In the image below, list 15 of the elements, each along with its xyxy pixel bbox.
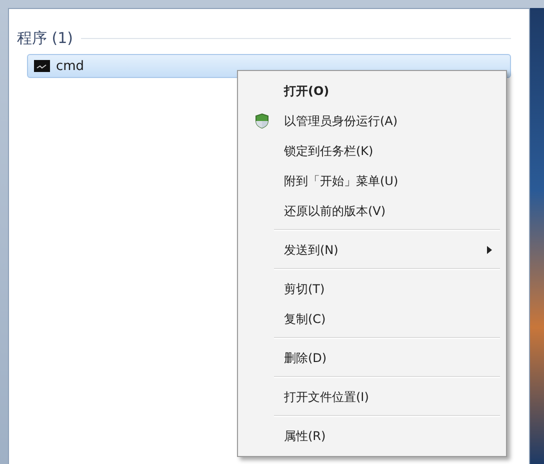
shield-icon: [254, 113, 270, 129]
submenu-arrow-icon: [487, 246, 492, 254]
menu-item[interactable]: 打开文件位置(I): [240, 382, 504, 412]
menu-item[interactable]: 删除(D): [240, 343, 504, 373]
menu-item[interactable]: 打开(O): [240, 76, 504, 106]
menu-item[interactable]: 复制(C): [240, 304, 504, 334]
section-header: 程序 (1): [17, 29, 74, 48]
menu-item[interactable]: 还原以前的版本(V): [240, 196, 504, 226]
console-icon: [34, 60, 50, 72]
menu-item[interactable]: 属性(R): [240, 421, 504, 451]
menu-item[interactable]: 锁定到任务栏(K): [240, 136, 504, 166]
menu-item[interactable]: 剪切(T): [240, 274, 504, 304]
menu-item[interactable]: 以管理员身份运行(A): [240, 106, 504, 136]
menu-item[interactable]: 附到「开始」菜单(U): [240, 166, 504, 196]
menu-item[interactable]: 发送到(N): [240, 235, 504, 265]
